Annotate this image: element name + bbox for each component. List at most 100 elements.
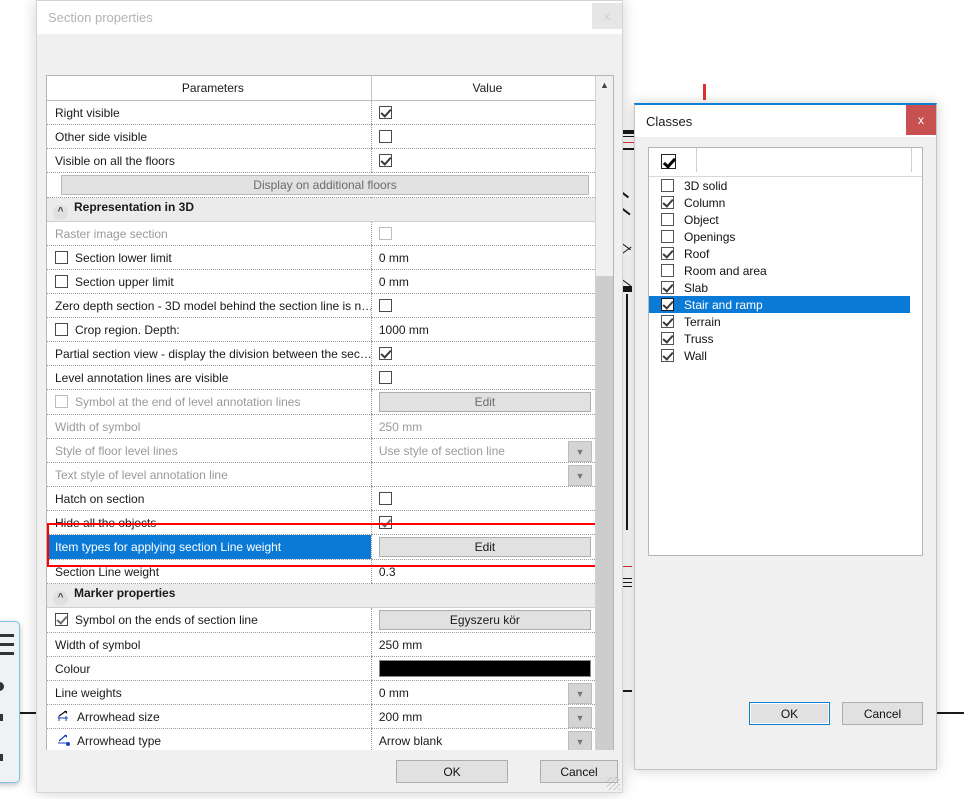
classes-list[interactable]: 3D solid Column Object Openings Roof Roo…	[648, 147, 923, 556]
list-item-selected[interactable]: Stair and ramp	[649, 296, 910, 313]
param-label[interactable]: Crop region. Depth:	[47, 317, 372, 342]
param-value[interactable]	[370, 293, 595, 318]
checkbox-section-upper-limit[interactable]	[55, 274, 68, 288]
param-value[interactable]: Egyszeru kör	[370, 607, 595, 633]
checkbox-crop-region[interactable]	[55, 322, 68, 336]
table-row[interactable]: Style of floor level lines Use style of …	[47, 438, 595, 463]
list-item[interactable]: Terrain	[649, 313, 922, 330]
list-item[interactable]: Wall	[649, 347, 922, 364]
checkbox-hide-all-objects[interactable]	[378, 515, 392, 529]
table-row[interactable]: Right visible	[47, 100, 595, 125]
classes-cancel-button[interactable]: Cancel	[842, 702, 923, 725]
param-value[interactable]	[370, 100, 595, 125]
group-header[interactable]: ^ Representation in 3D	[47, 197, 595, 222]
table-row[interactable]: Section upper limit 0 mm	[47, 269, 595, 294]
parameters-grid[interactable]: Parameters Value Right visible Other sid…	[46, 75, 614, 784]
param-value[interactable]: 250 mm	[370, 632, 595, 657]
checkbox-class[interactable]	[661, 281, 674, 294]
classes-list-header[interactable]	[649, 148, 922, 177]
list-item[interactable]: Object	[649, 211, 922, 228]
table-row[interactable]: Visible on all the floors	[47, 148, 595, 173]
list-item[interactable]: Column	[649, 194, 922, 211]
table-row[interactable]: Colour	[47, 656, 595, 681]
table-row[interactable]: Line weights 0 mm ▼	[47, 680, 595, 705]
group-header-row[interactable]: ^ Representation in 3D	[47, 197, 595, 222]
table-row[interactable]: Section lower limit 0 mm	[47, 245, 595, 270]
param-label[interactable]: Symbol on the ends of section line	[47, 607, 372, 633]
grid-vertical-scrollbar[interactable]: ▲ ▼	[595, 76, 613, 783]
checkbox-right-visible[interactable]	[378, 105, 392, 119]
list-item[interactable]: Roof	[649, 245, 922, 262]
param-value[interactable]	[370, 341, 595, 366]
table-row[interactable]: Hide all the objects	[47, 510, 595, 535]
table-row[interactable]: Crop region. Depth: 1000 mm	[47, 317, 595, 342]
param-label[interactable]: Section upper limit	[47, 269, 372, 294]
resize-grip[interactable]	[607, 777, 620, 790]
param-value[interactable]	[370, 486, 595, 511]
classes-dialog[interactable]: Classes x 3D solid Column Object Opening…	[634, 103, 937, 770]
scroll-up-arrow-icon[interactable]: ▲	[596, 76, 613, 93]
table-row[interactable]: Symbol on the ends of section line Egysz…	[47, 607, 595, 633]
checkbox-class[interactable]	[661, 230, 674, 243]
table-row[interactable]: Arrowhead size 200 mm ▼	[47, 704, 595, 729]
checkbox-other-side-visible[interactable]	[378, 129, 392, 143]
param-value[interactable]	[370, 656, 595, 681]
checkbox-hatch-on-section[interactable]	[378, 491, 392, 505]
checkbox-class[interactable]	[661, 213, 674, 226]
table-row[interactable]: Display on additional floors	[47, 172, 595, 198]
table-row[interactable]: Arrowhead type Arrow blank ▼	[47, 728, 595, 753]
list-item[interactable]: Openings	[649, 228, 922, 245]
group-header[interactable]: ^ Marker properties	[47, 583, 595, 608]
table-row[interactable]: Symbol at the end of level annotation li…	[47, 389, 595, 415]
checkbox-class[interactable]	[661, 196, 674, 209]
table-row[interactable]: Width of symbol 250 mm	[47, 632, 595, 657]
section-dialog-titlebar[interactable]: Section properties x	[37, 1, 622, 34]
list-item[interactable]: 3D solid	[649, 177, 922, 194]
left-tool-palette[interactable]	[0, 621, 20, 783]
chevron-up-icon[interactable]: ^	[53, 590, 68, 606]
checkbox-class[interactable]	[661, 332, 674, 345]
table-row[interactable]: Level annotation lines are visible	[47, 365, 595, 390]
chevron-up-icon[interactable]: ^	[53, 204, 68, 220]
display-additional-floors-button[interactable]: Display on additional floors	[61, 175, 589, 195]
colour-swatch[interactable]	[378, 660, 591, 677]
list-item[interactable]: Truss	[649, 330, 922, 347]
param-value[interactable]: Edit	[370, 534, 595, 560]
table-row[interactable]: Partial section view - display the divis…	[47, 341, 595, 366]
checkbox-partial-section-view[interactable]	[378, 346, 392, 360]
classes-ok-button[interactable]: OK	[749, 702, 830, 725]
checkbox-level-annotation-visible[interactable]	[378, 370, 392, 384]
checkbox-class[interactable]	[661, 349, 674, 362]
checkbox-zero-depth-section[interactable]	[378, 298, 392, 312]
param-value[interactable]: 0.3	[370, 559, 595, 584]
checkbox-class[interactable]	[661, 264, 674, 277]
checkbox-class[interactable]	[661, 315, 674, 328]
close-icon[interactable]: x	[906, 105, 936, 135]
table-row[interactable]: Section Line weight 0.3	[47, 559, 595, 584]
checkbox-class[interactable]	[661, 179, 674, 192]
checkbox-symbol-ends-section-line[interactable]	[55, 613, 68, 626]
checkbox-visible-all-floors[interactable]	[378, 153, 392, 167]
param-label[interactable]: Section lower limit	[47, 245, 372, 270]
close-icon[interactable]: x	[592, 3, 622, 29]
table-row[interactable]: Text style of level annotation line ▼	[47, 462, 595, 487]
table-row[interactable]: Raster image section	[47, 221, 595, 246]
group-header-row[interactable]: ^ Marker properties	[47, 583, 595, 608]
param-value[interactable]	[370, 124, 595, 149]
table-row[interactable]: Width of symbol 250 mm	[47, 414, 595, 439]
param-value[interactable]	[370, 365, 595, 390]
param-value[interactable]	[370, 148, 595, 173]
section-ok-button[interactable]: OK	[396, 760, 508, 783]
checkbox-select-all[interactable]	[661, 154, 676, 169]
table-row[interactable]: Hatch on section	[47, 486, 595, 511]
checkbox-section-lower-limit[interactable]	[55, 250, 68, 264]
table-row[interactable]: Item types for applying section Line wei…	[47, 534, 595, 560]
classes-dialog-titlebar[interactable]: Classes x	[635, 105, 936, 137]
scrollbar-thumb[interactable]	[596, 276, 613, 766]
checkbox-class[interactable]	[661, 298, 674, 311]
list-item[interactable]: Slab	[649, 279, 922, 296]
param-value[interactable]: Display on additional floors	[47, 172, 595, 198]
checkbox-class[interactable]	[661, 247, 674, 260]
symbol-ends-style-button[interactable]: Egyszeru kör	[378, 610, 591, 630]
item-types-edit-button[interactable]: Edit	[378, 537, 591, 557]
